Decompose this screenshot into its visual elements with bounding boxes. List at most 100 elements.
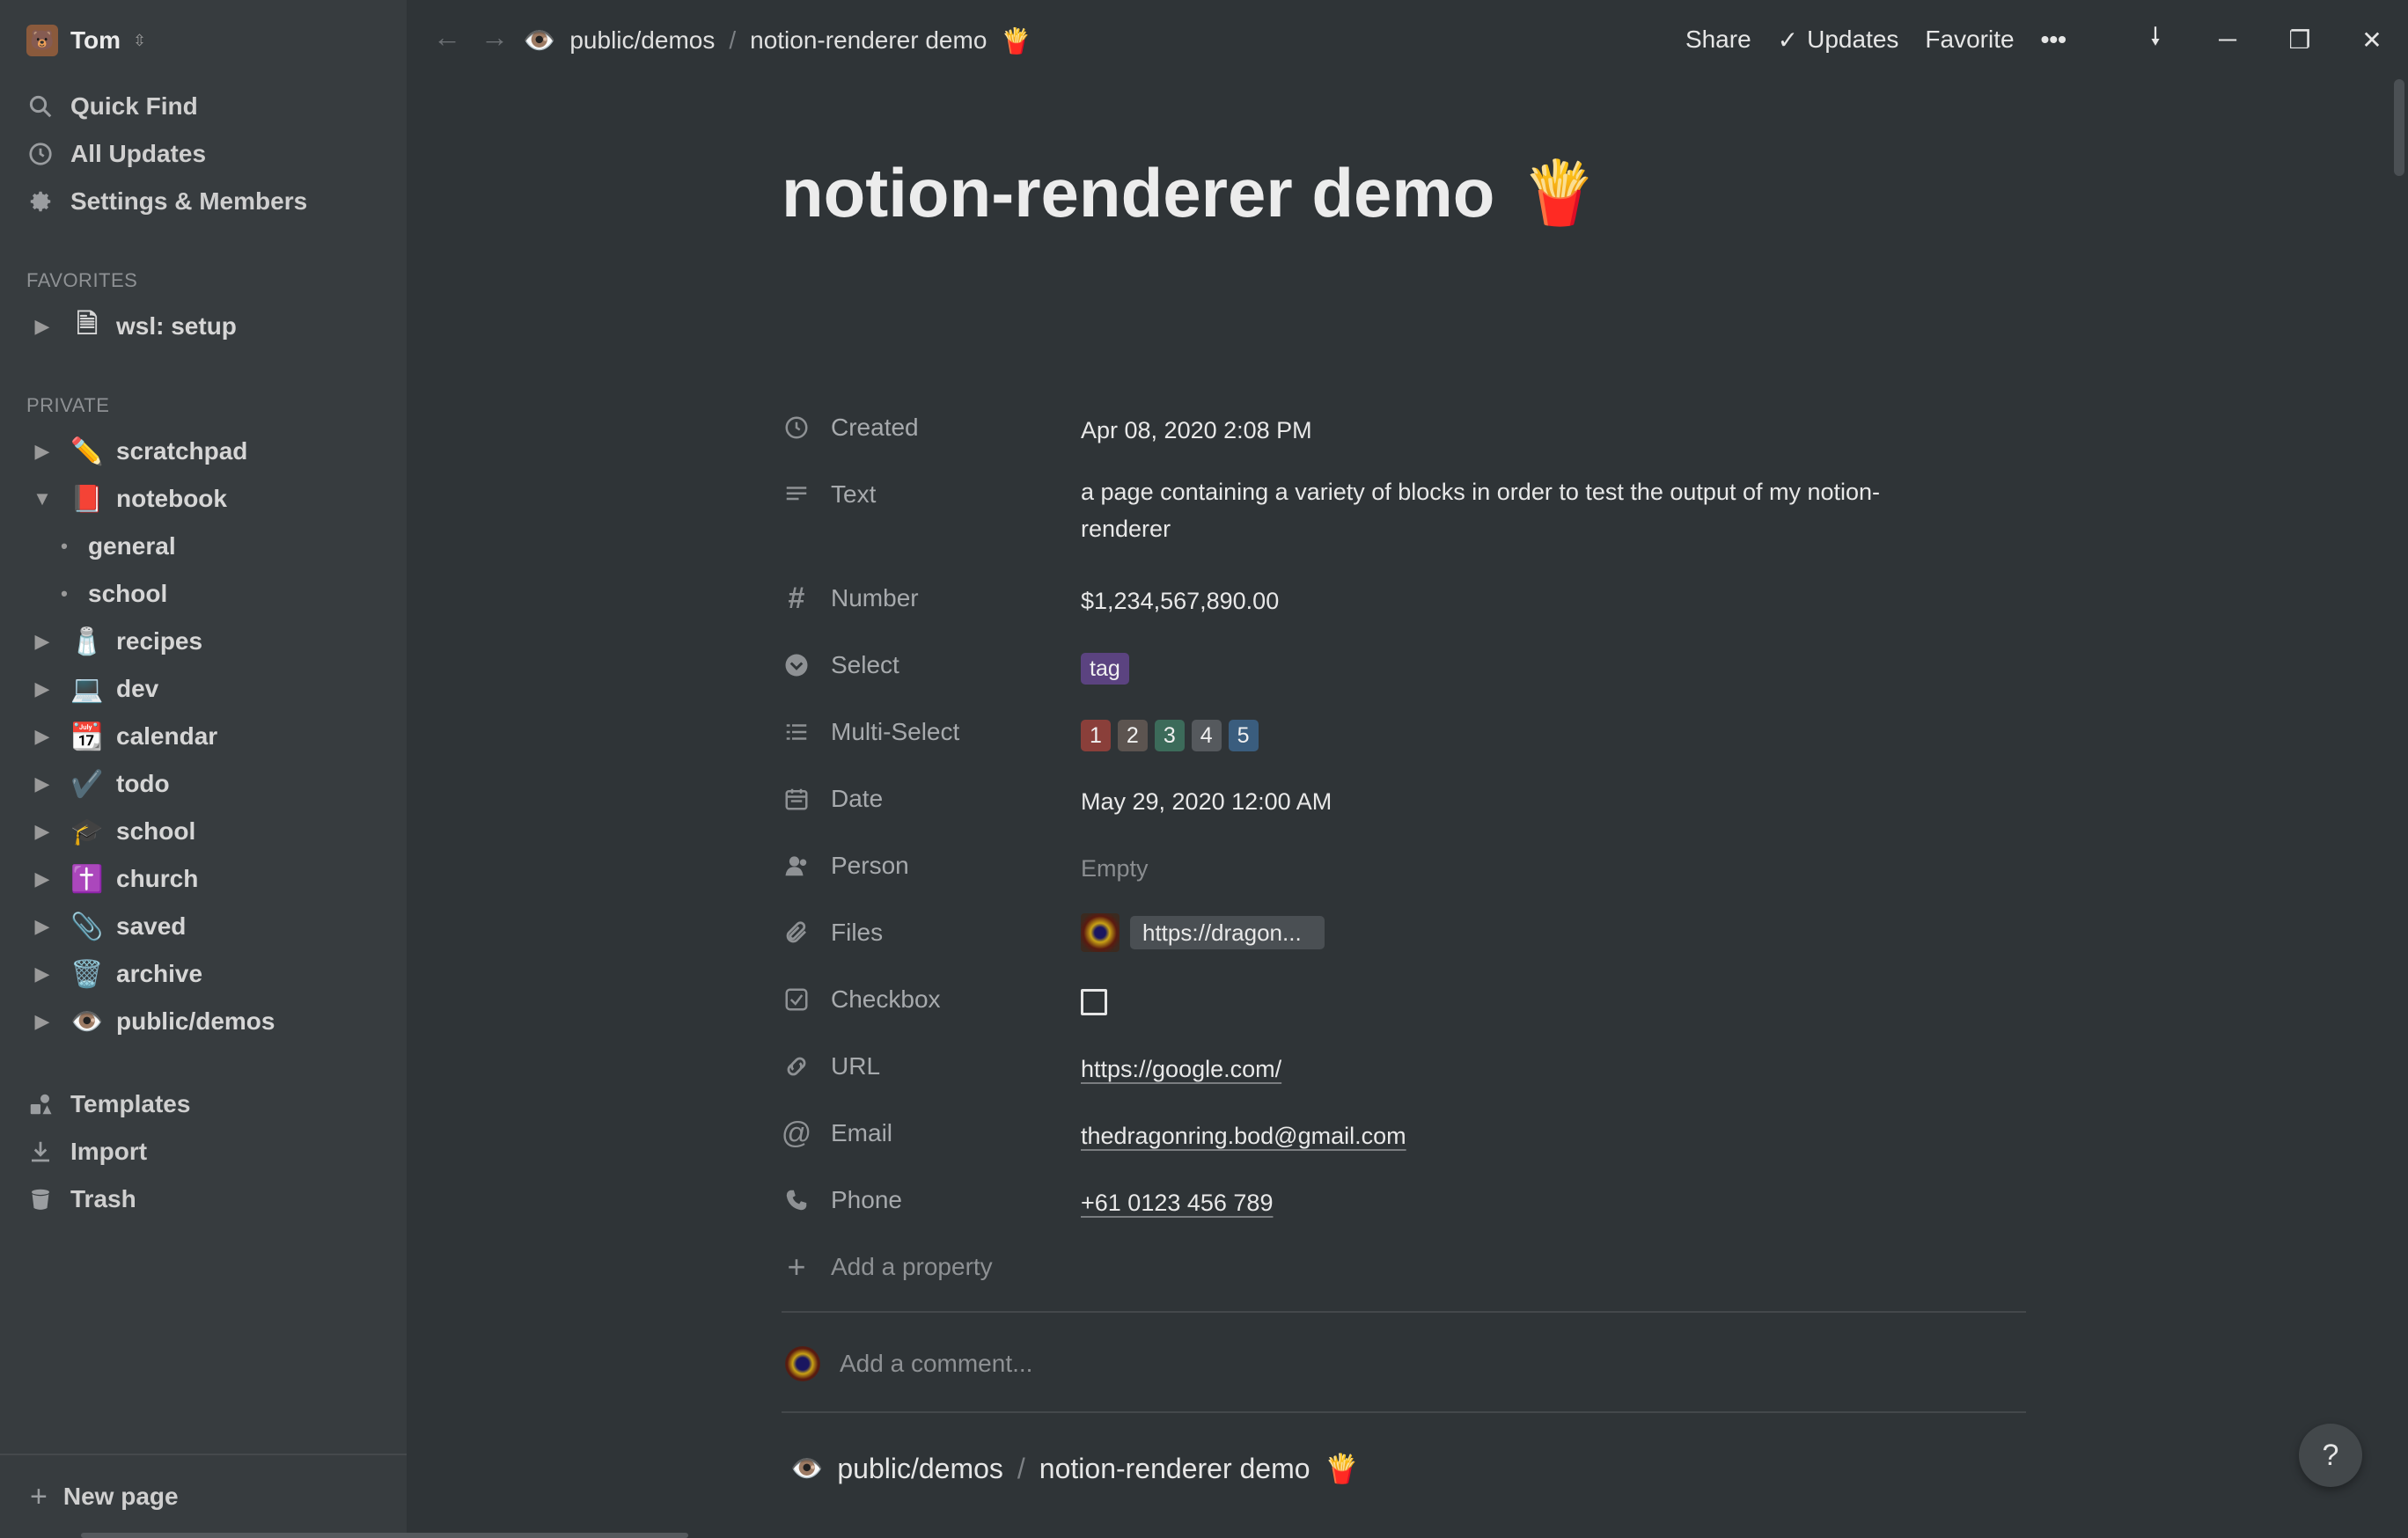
breadcrumb-item-public-demos[interactable]: public/demos: [569, 26, 715, 55]
expand-arrow-icon[interactable]: ▶: [26, 440, 58, 463]
vertical-scrollbar[interactable]: [2389, 79, 2408, 1538]
property-value-multi-select[interactable]: 12345: [1081, 699, 2031, 753]
download-button[interactable]: 🠗: [2119, 0, 2191, 79]
expand-arrow-icon[interactable]: ▶: [26, 315, 58, 338]
settings-members-button[interactable]: Settings & Members: [26, 178, 307, 225]
page-title[interactable]: notion-renderer demo 🍟: [782, 158, 1598, 227]
new-page-button[interactable]: + New page: [0, 1454, 407, 1538]
checkbox[interactable]: [1081, 989, 1107, 1015]
trash-label: Trash: [70, 1185, 136, 1212]
sidebar-item-dev[interactable]: ▶ 💻 dev: [26, 665, 396, 713]
all-updates-button[interactable]: All Updates: [26, 130, 307, 178]
property-value-person[interactable]: Empty: [1081, 832, 2031, 887]
property-label-text: Files: [831, 919, 884, 946]
property-label-number[interactable]: # Number: [782, 565, 1081, 632]
sidebar-item-scratchpad[interactable]: ▶ ✏️ scratchpad: [26, 428, 396, 475]
expand-arrow-icon[interactable]: ▶: [26, 820, 58, 843]
expand-arrow-icon[interactable]: ▶: [26, 630, 58, 653]
property-value-text[interactable]: a page containing a variety of blocks in…: [1081, 461, 1926, 547]
laptop-icon: 💻: [70, 674, 104, 704]
property-label-text: Created: [831, 414, 919, 441]
multi-select-tag[interactable]: 3: [1154, 720, 1185, 751]
phone-link[interactable]: +61 0123 456 789: [1081, 1190, 1273, 1216]
favorite-button[interactable]: Favorite: [1925, 26, 2014, 54]
sidebar-item-church[interactable]: ▶ ✝️ church: [26, 855, 396, 903]
sidebar-item-school-sub[interactable]: • school: [26, 570, 396, 618]
sidebar-item-recipes[interactable]: ▶ 🧂 recipes: [26, 618, 396, 665]
expand-arrow-icon[interactable]: ▶: [26, 773, 58, 795]
expand-arrow-icon[interactable]: ▶: [26, 677, 58, 700]
sidebar-item-school[interactable]: ▶ 🎓 school: [26, 808, 396, 855]
property-label-email[interactable]: @ Email: [782, 1100, 1081, 1167]
minimize-icon: ─: [2219, 26, 2236, 53]
inline-breadcrumb-public-demos[interactable]: public/demos: [837, 1453, 1003, 1485]
comment-input[interactable]: Add a comment...: [785, 1346, 1032, 1381]
property-label-select[interactable]: Select: [782, 632, 1081, 699]
workspace-switcher[interactable]: 🐻 Tom ⇳: [26, 21, 146, 60]
multi-select-tag[interactable]: 1: [1081, 720, 1111, 751]
property-value-number[interactable]: $1,234,567,890.00: [1081, 565, 2031, 619]
multi-select-tag[interactable]: 4: [1191, 720, 1222, 751]
expand-arrow-icon[interactable]: ▶: [26, 868, 58, 890]
check-mark-icon: ✔️: [70, 769, 104, 799]
property-label-created[interactable]: Created: [782, 394, 1081, 461]
inline-breadcrumb-current-page[interactable]: notion-renderer demo: [1039, 1453, 1310, 1485]
file-name[interactable]: https://dragon...: [1130, 916, 1325, 949]
help-button[interactable]: ?: [2299, 1424, 2362, 1487]
file-attachment[interactable]: https://dragon...: [1081, 913, 1325, 952]
multi-select-tag[interactable]: 5: [1228, 720, 1259, 751]
property-label-date[interactable]: Date: [782, 765, 1081, 832]
page-title-text: notion-renderer demo: [782, 154, 1495, 231]
sidebar-item-public-demos[interactable]: ▶ 👁️ public/demos: [26, 998, 396, 1045]
close-button[interactable]: ✕: [2336, 0, 2408, 79]
property-value-date[interactable]: May 29, 2020 12:00 AM: [1081, 765, 2031, 820]
updates-button[interactable]: ✓ Updates: [1778, 26, 1899, 55]
property-label-text-prop[interactable]: Text: [782, 461, 1081, 528]
all-updates-label: All Updates: [70, 140, 207, 167]
sidebar-item-label: dev: [116, 675, 159, 702]
expand-arrow-icon[interactable]: ▶: [26, 915, 58, 938]
collapse-arrow-icon[interactable]: ▼: [26, 487, 58, 510]
sidebar-item-notebook[interactable]: ▼ 📕 notebook: [26, 475, 396, 523]
property-label-files[interactable]: Files: [782, 899, 1081, 966]
scrollbar-thumb[interactable]: [2394, 79, 2404, 176]
property-value-files[interactable]: https://dragon...: [1081, 899, 2031, 963]
add-property-button[interactable]: + Add a property: [782, 1234, 1310, 1300]
expand-arrow-icon[interactable]: ▶: [26, 725, 58, 748]
multi-select-tag[interactable]: 2: [1117, 720, 1148, 751]
sidebar-item-archive[interactable]: ▶ 🗑️ archive: [26, 950, 396, 998]
properties-list: Created Apr 08, 2020 2:08 PM Text a page…: [782, 394, 2031, 1300]
forward-arrow-icon[interactable]: →: [481, 21, 509, 54]
property-label-checkbox[interactable]: Checkbox: [782, 966, 1081, 1033]
select-tag[interactable]: tag: [1081, 653, 1129, 685]
minimize-button[interactable]: ─: [2191, 0, 2264, 79]
file-thumbnail: [1081, 913, 1120, 952]
maximize-button[interactable]: ❐: [2264, 0, 2336, 79]
property-label-person[interactable]: Person: [782, 832, 1081, 899]
url-link[interactable]: https://google.com/: [1081, 1056, 1281, 1082]
more-options-button[interactable]: •••: [2041, 26, 2067, 54]
quick-find-button[interactable]: Quick Find: [26, 83, 307, 130]
fries-icon[interactable]: 🍟: [1521, 162, 1597, 223]
expand-arrow-icon[interactable]: ▶: [26, 1010, 58, 1033]
updates-label: Updates: [1807, 26, 1899, 53]
sidebar-item-todo[interactable]: ▶ ✔️ todo: [26, 760, 396, 808]
trash-button[interactable]: Trash: [26, 1175, 190, 1223]
back-arrow-icon[interactable]: ←: [433, 21, 461, 54]
share-button[interactable]: Share: [1685, 26, 1751, 54]
property-value-select[interactable]: tag: [1081, 632, 2031, 686]
email-link[interactable]: thedragonring.bod@gmail.com: [1081, 1123, 1406, 1149]
property-label-phone[interactable]: Phone: [782, 1167, 1081, 1234]
sidebar-item-calendar[interactable]: ▶ 📆 calendar: [26, 713, 396, 760]
sidebar-item-wsl-setup[interactable]: ▶ 🗎 wsl: setup: [26, 303, 396, 350]
property-label-url[interactable]: URL: [782, 1033, 1081, 1100]
import-button[interactable]: Import: [26, 1128, 190, 1175]
add-property-row[interactable]: + Add a property: [782, 1234, 2031, 1300]
horizontal-scrollbar[interactable]: [81, 1533, 688, 1538]
sidebar-item-saved[interactable]: ▶ 📎 saved: [26, 903, 396, 950]
sidebar-item-general[interactable]: • general: [26, 523, 396, 570]
expand-arrow-icon[interactable]: ▶: [26, 963, 58, 985]
templates-button[interactable]: Templates: [26, 1080, 190, 1128]
property-label-multi-select[interactable]: Multi-Select: [782, 699, 1081, 765]
breadcrumb-item-current-page[interactable]: notion-renderer demo: [750, 26, 987, 55]
